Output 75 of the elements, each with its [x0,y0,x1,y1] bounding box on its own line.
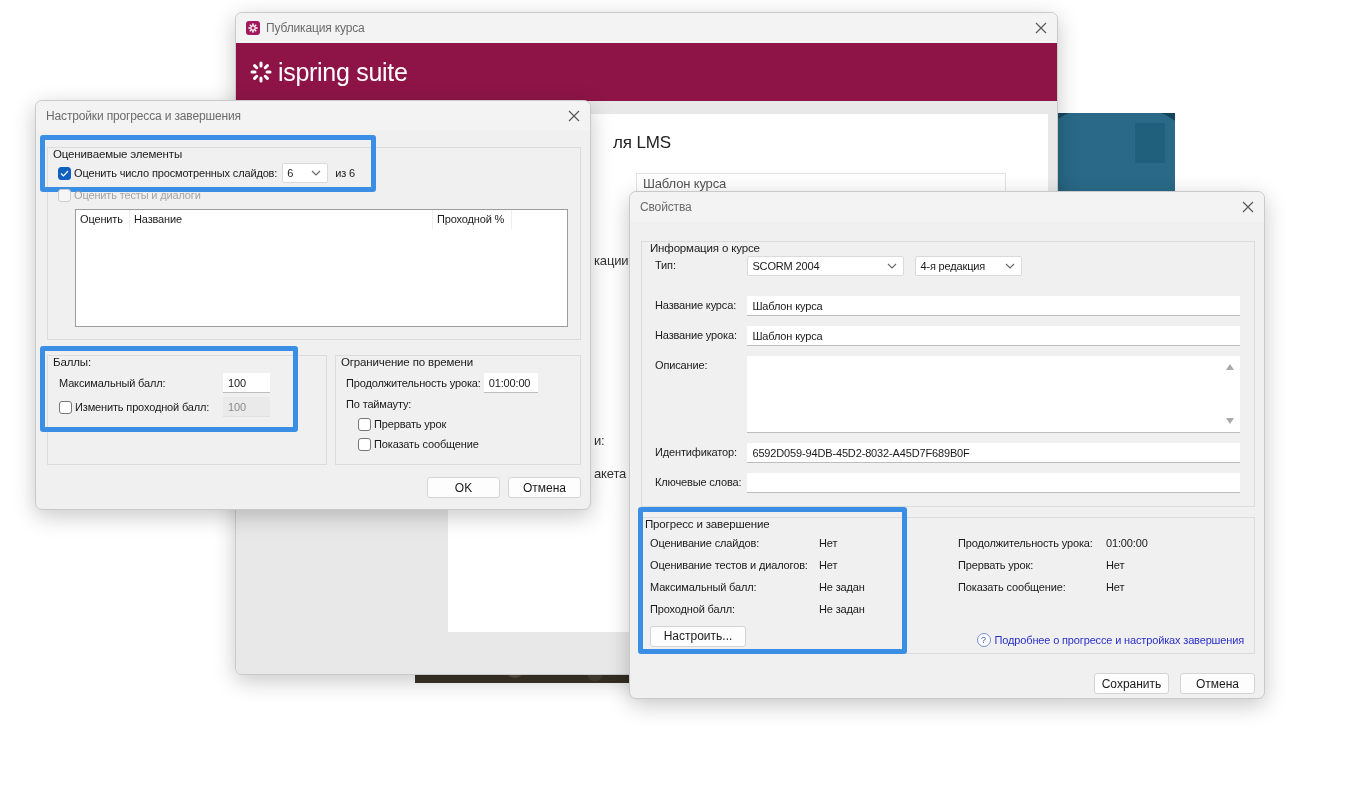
window-title: Свойства [640,200,693,214]
checkbox-label: Оценить число просмотренных слайдов: [74,167,278,179]
input-field[interactable]: 6592D059-94DB-45D2-8032-A45D7F689B0F [747,443,1240,463]
group-title: Оцениваемые элементы [53,147,183,162]
dialog-button[interactable]: Отмена [1180,673,1255,694]
asterisk-logo-icon [250,61,272,83]
group-title: Ограничение по времени [341,355,474,370]
scroll-up-icon[interactable] [1226,364,1234,370]
field-label: Продолжительность урока: [958,536,1094,551]
scroll-down-icon[interactable] [1226,418,1234,424]
group-title: Баллы: [53,355,92,370]
link-text[interactable]: Подробнее о прогрессе и настройках завершения [994,634,1244,646]
column-header[interactable]: Оценить [76,210,130,229]
help-link[interactable]: ? Подробнее о прогрессе и настройках завершения [976,633,1244,647]
configure-button[interactable]: Настроить... [650,625,746,647]
field-label: Тип: [655,258,677,271]
dialog-button[interactable]: Сохранить [1094,673,1169,694]
value: Не задан [819,580,866,595]
app-icon [246,21,260,35]
field-label: Идентификатор: [655,445,738,458]
close-icon[interactable] [1242,201,1254,213]
value: Нет [819,536,839,551]
close-icon[interactable] [568,110,580,122]
field-label: Показать сообщение: [958,580,1067,595]
input-field[interactable]: 01:00:00 [483,373,538,393]
field-label: Описание: [655,358,709,371]
field-label: Оценивание тестов и диалогов: [650,558,809,573]
column-header[interactable]: Проходной % [433,210,512,229]
input-field[interactable]: Шаблон курса [747,296,1240,316]
dropdown[interactable]: SCORM 2004 [747,256,905,276]
label: из 6 [335,167,355,179]
value: 01:00:00 [1106,536,1149,551]
checkbox[interactable] [358,437,371,451]
heading: ля LMS [613,133,671,153]
group-title: Прогресс и завершение [645,517,771,532]
group-title: Информация о курсе [650,241,761,256]
input-field[interactable]: Шаблон курса [747,326,1240,346]
value: Не задан [819,602,866,617]
input-field[interactable] [747,473,1240,493]
dropdown[interactable]: 6 [282,163,329,183]
checkbox-label: Прервать урок [374,418,447,430]
checkbox[interactable] [58,166,71,180]
field-label: Максимальный балл: [650,580,758,595]
dialog-button[interactable]: OK [427,477,500,498]
input-field[interactable]: 100 [223,373,270,393]
field-label: Ключевые слова: [655,475,742,488]
checkbox-label: Показать сообщение [374,438,479,450]
field-label: Проходной балл: [650,602,736,617]
label: По таймауту: [346,398,413,412]
checkbox-label: Изменить проходной балл: [75,401,210,413]
field-label: Оценивание слайдов: [650,536,761,551]
window-title: Настройки прогресса и завершения [46,109,242,123]
field-label: Максимальный балл: [59,377,166,389]
checkbox-label: Оценить тесты и диалоги [74,189,201,201]
column-header[interactable]: Название [130,210,433,229]
field-label: Название курса: [655,298,738,311]
value: Нет [819,558,839,573]
checkbox[interactable] [358,417,371,431]
field-label: Прервать урок: [958,558,1035,573]
chevron-down-icon [887,263,898,269]
chevron-down-icon [1005,263,1016,269]
field-label: кации [594,253,629,268]
close-icon[interactable] [1035,22,1047,34]
field-label: и: [594,433,605,448]
chevron-down-icon [311,170,322,176]
logo-text: ispring suite [278,57,408,87]
dropdown[interactable]: 4-я редакция [915,256,1023,276]
field-label: Название урока: [655,328,738,341]
dialog-button[interactable]: Отмена [508,477,581,498]
field-label: Продолжительность урока: [346,377,481,389]
window-title: Публикация курса [266,21,366,35]
value: Нет [1106,558,1126,573]
value: Нет [1106,580,1126,595]
field-label: акета [594,466,627,481]
help-icon: ? [976,633,991,647]
